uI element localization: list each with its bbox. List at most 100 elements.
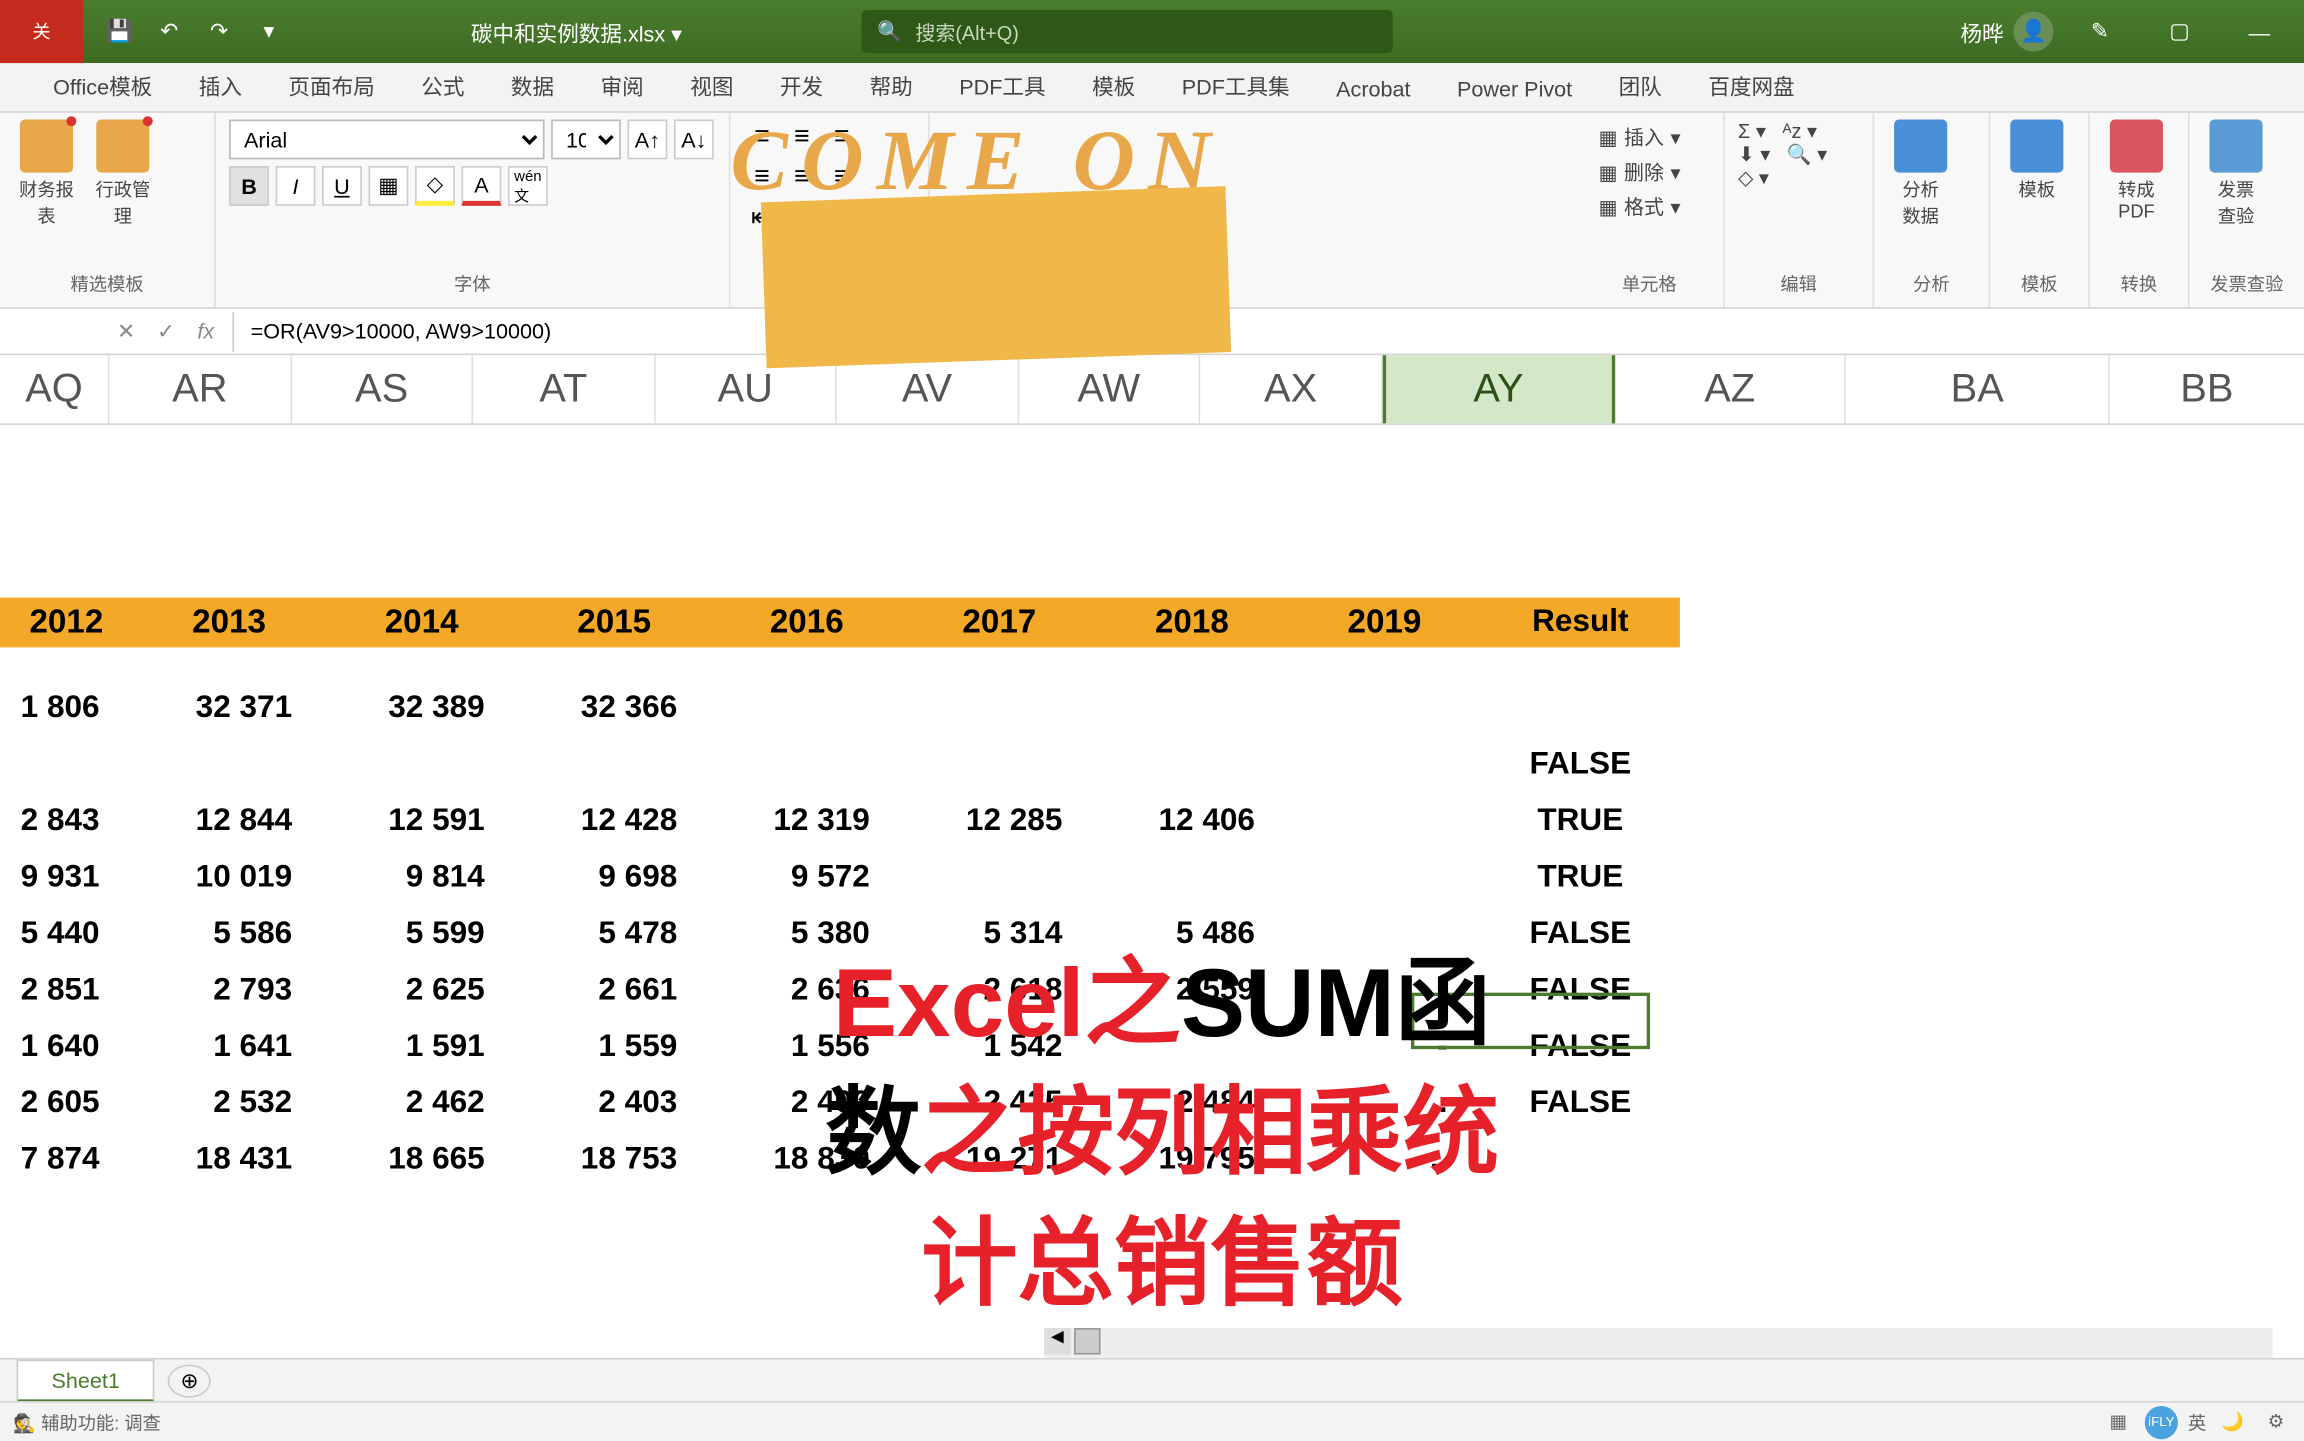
column-header-az[interactable]: AZ [1615,355,1847,423]
dropdown-icon[interactable]: ▾ [246,8,292,54]
result-cell[interactable]: FALSE [1481,747,1680,784]
bold-button[interactable]: B [229,166,269,206]
format-cells-button[interactable]: ▦ 格式 ▾ [1589,189,1710,224]
tab-power-pivot[interactable]: 团队 [1595,60,1685,111]
delete-cells-button[interactable]: ▦ 删除 ▾ [1589,154,1710,189]
tab-review[interactable]: 审阅 [577,60,667,111]
horizontal-scrollbar[interactable]: ◀ [1044,1328,2272,1358]
admin-template-button[interactable]: 行政管理 [90,120,156,230]
ribbon-mode-icon[interactable]: ▢ [2146,0,2212,63]
data-cell[interactable]: 32 389 [325,691,518,728]
column-header-ar[interactable]: AR [110,355,292,423]
data-cell[interactable]: 32 371 [133,691,326,728]
finance-template-button[interactable]: 财务报表 [13,120,79,230]
year-header[interactable]: 2017 [903,603,1096,641]
tab-view[interactable]: 视图 [667,60,757,111]
data-cell[interactable]: 2 843 [0,803,133,840]
data-cell[interactable]: 5 440 [0,916,133,953]
result-cell[interactable]: TRUE [1481,860,1680,897]
fill-color-button[interactable]: ◇ [415,166,455,206]
data-cell[interactable]: 1 591 [325,1029,518,1066]
data-cell[interactable]: 1 640 [0,1029,133,1066]
data-cell[interactable]: 5 586 [133,916,326,953]
redo-icon[interactable]: ↷ [196,8,242,54]
tab-office-template[interactable]: Office模板 [30,60,176,111]
column-header-as[interactable]: AS [292,355,474,423]
data-cell[interactable]: 5 478 [518,916,711,953]
tab-template[interactable]: PDF工具集 [1158,60,1312,111]
data-cell[interactable]: 1 641 [133,1029,326,1066]
column-header-ba[interactable]: BA [1846,355,2109,423]
data-cell[interactable]: 12 285 [903,803,1096,840]
underline-button[interactable]: U [322,166,362,206]
data-cell[interactable]: 2 625 [325,973,518,1010]
decrease-font-button[interactable]: A↓ [674,120,714,160]
data-cell[interactable]: 9 698 [518,860,711,897]
undo-icon[interactable]: ↶ [146,8,192,54]
italic-button[interactable]: I [276,166,316,206]
tab-pdf-toolset[interactable]: Acrobat [1313,66,1434,111]
data-cell[interactable]: 12 319 [710,803,903,840]
result-header[interactable]: Result [1481,604,1680,641]
insert-cells-button[interactable]: ▦ 插入 ▾ [1589,120,1710,155]
font-size-select[interactable]: 10 [551,120,621,160]
tab-help[interactable]: PDF工具 [936,60,1069,111]
year-header[interactable]: 2015 [518,603,711,641]
data-cell[interactable]: 2 793 [133,973,326,1010]
sheet-tab-sheet1[interactable]: Sheet1 [17,1359,155,1402]
data-cell[interactable]: 18 665 [325,1142,518,1179]
year-header[interactable]: 2012 [0,603,133,641]
phonetic-button[interactable]: wén文 [508,166,548,206]
data-cell[interactable]: 2 532 [133,1086,326,1123]
minimize-icon[interactable]: — [2226,0,2292,63]
increase-font-button[interactable]: A↑ [627,120,667,160]
font-color-button[interactable]: A [461,166,501,206]
font-name-select[interactable]: Arial [229,120,544,160]
accept-formula-button[interactable]: ✓ [146,311,186,351]
data-cell[interactable]: 18 431 [133,1142,326,1179]
scroll-left-button[interactable]: ◀ [1044,1328,1071,1355]
year-header[interactable]: 2018 [1096,603,1289,641]
tab-formulas[interactable]: 公式 [398,60,488,111]
tab-developer[interactable]: 开发 [757,60,847,111]
invoice-check-button[interactable]: 发票 查验 [2203,120,2269,230]
data-cell[interactable]: 2 851 [0,973,133,1010]
year-header[interactable]: 2019 [1288,603,1481,641]
tab-baidu[interactable] [1818,91,1864,111]
template-button[interactable]: 模板 [2004,120,2070,203]
data-cell[interactable]: 1 559 [518,1029,711,1066]
data-cell[interactable]: 9 572 [710,860,903,897]
clear-button[interactable]: ◇ ▾ [1738,166,1859,189]
settings-icon[interactable]: ⚙ [2259,1405,2292,1438]
data-cell[interactable]: 2 462 [325,1086,518,1123]
data-cell[interactable]: 1 806 [0,691,133,728]
scrollbar-thumb[interactable] [1074,1328,1101,1355]
data-cell[interactable]: 10 019 [133,860,326,897]
convert-pdf-button[interactable]: 转成 PDF [2103,120,2169,223]
tab-insert[interactable]: 插入 [176,60,266,111]
year-header[interactable]: 2014 [325,603,518,641]
add-sheet-button[interactable]: ⊕ [168,1364,211,1397]
cancel-formula-button[interactable]: ✕ [106,311,146,351]
data-cell[interactable]: 9 931 [0,860,133,897]
data-cell[interactable]: 5 599 [325,916,518,953]
data-cell[interactable]: 2 605 [0,1086,133,1123]
data-cell[interactable]: 32 366 [518,691,711,728]
data-cell[interactable]: 7 874 [0,1142,133,1179]
ifly-icon[interactable]: iFLY [2145,1405,2178,1438]
close-button[interactable]: 关 [0,0,83,63]
ime-status[interactable]: 英 [2188,1409,2206,1436]
sheet-area[interactable]: 20122013201420152016201720182019Result1 … [0,425,2304,1321]
view-normal-button[interactable]: ▦ [2102,1405,2135,1438]
tab-pdf-tools[interactable]: 模板 [1069,60,1159,111]
tab-acrobat[interactable]: Power Pivot [1434,66,1596,111]
column-header-at[interactable]: AT [473,355,655,423]
tab-page-layout[interactable]: 页面布局 [265,60,398,111]
insert-function-button[interactable]: fx [186,311,226,351]
column-header-bb[interactable]: BB [2110,355,2304,423]
tab-addins[interactable]: 帮助 [846,60,936,111]
column-header-aq[interactable]: AQ [0,355,110,423]
search-box[interactable]: 🔍 搜索(Alt+Q) [861,10,1392,53]
border-button[interactable]: ▦ [369,166,409,206]
column-header-ay[interactable]: AY [1382,355,1614,423]
